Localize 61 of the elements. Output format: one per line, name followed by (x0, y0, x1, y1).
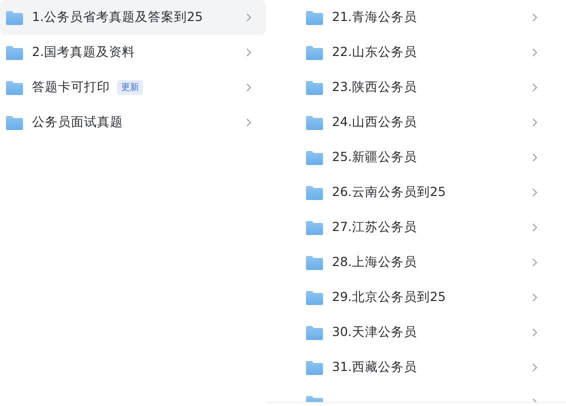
folder-name: 24.山西公务员 (332, 114, 417, 131)
folder-name: 29.北京公务员到25 (332, 289, 446, 306)
folder-icon (306, 360, 323, 374)
folder-name: 答题卡可打印 (32, 79, 110, 96)
chevron-icon (532, 223, 538, 232)
chevron-icon (532, 48, 538, 57)
folder-name: 27.江苏公务员 (332, 219, 417, 236)
folder-name: 28.上海公务员 (332, 254, 417, 271)
chevron-icon (532, 13, 538, 22)
folder-name: 21.青海公务员 (332, 9, 417, 26)
folder-item[interactable]: 30.天津公务员 (300, 315, 552, 350)
folder-icon (6, 10, 23, 24)
folder-icon (306, 326, 323, 340)
folder-icon (6, 116, 23, 130)
folder-icon (306, 186, 323, 200)
folder-icon (306, 116, 323, 130)
folder-item[interactable]: 23.陕西公务员 (300, 70, 552, 105)
folder-item[interactable]: 25.新疆公务员 (300, 140, 552, 175)
folder-icon (306, 256, 323, 270)
chevron-icon (246, 13, 252, 22)
folder-name: 25.新疆公务员 (332, 149, 417, 166)
folder-icon (306, 80, 323, 94)
folder-name: 22.山东公务员 (332, 44, 417, 61)
folder-item[interactable]: 27.江苏公务员 (300, 210, 552, 245)
folder-item[interactable]: 1.公务员省考真题及答案到25 (0, 0, 266, 35)
folder-item[interactable]: 2.国考真题及资料 (0, 35, 266, 70)
folder-item[interactable]: 22.山东公务员 (300, 35, 552, 70)
folder-icon (306, 10, 323, 24)
folder-name: 2.国考真题及资料 (32, 44, 135, 61)
folder-item[interactable]: 答题卡可打印 更新 (0, 70, 266, 105)
folder-item[interactable]: 28.上海公务员 (300, 245, 552, 280)
folder-item[interactable]: 21.青海公务员 (300, 0, 552, 35)
folder-icon (306, 290, 323, 304)
folder-name: 1.公务员省考真题及答案到25 (32, 9, 203, 26)
chevron-icon (246, 83, 252, 92)
folder-name: 30.天津公务员 (332, 324, 417, 341)
folder-item[interactable]: 29.北京公务员到25 (300, 280, 552, 315)
folder-icon (306, 150, 323, 164)
folder-name: 31.西藏公务员 (332, 359, 417, 376)
chevron-icon (532, 363, 538, 372)
update-tag: 更新 (117, 80, 143, 95)
folder-item[interactable]: 24.山西公务员 (300, 105, 552, 140)
chevron-icon (246, 118, 252, 127)
folder-item[interactable]: 31.西藏公务员 (300, 350, 552, 385)
folder-icon (306, 46, 323, 60)
chevron-icon (532, 153, 538, 162)
folder-name: 公务员面试真题 (32, 114, 123, 131)
chevron-icon (532, 83, 538, 92)
chevron-icon (532, 293, 538, 302)
folder-name: 26.云南公务员到25 (332, 184, 446, 201)
chevron-icon (246, 48, 252, 57)
folder-icon (306, 220, 323, 234)
folder-item[interactable]: 26.云南公务员到25 (300, 175, 552, 210)
chevron-icon (532, 118, 538, 127)
folder-item[interactable]: 公务员面试真题 (0, 105, 266, 140)
chevron-icon (532, 258, 538, 267)
chevron-icon (532, 188, 538, 197)
chevron-icon (532, 328, 538, 337)
folder-name: 23.陕西公务员 (332, 79, 417, 96)
folder-icon (6, 46, 23, 60)
folder-icon (6, 80, 23, 94)
